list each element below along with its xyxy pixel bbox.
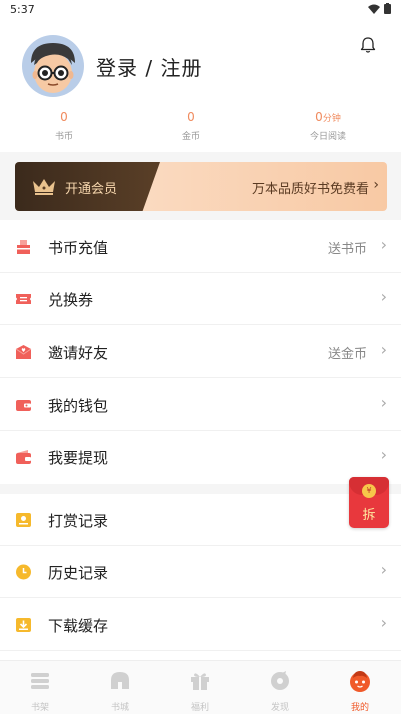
status-icons — [368, 3, 391, 14]
nav-bookstore[interactable]: 书城 — [80, 669, 160, 713]
nav-label: 我的 — [350, 703, 369, 713]
stat-book-coins[interactable]: 0 书币 — [4, 110, 124, 142]
stat-label: 金币 — [181, 132, 200, 142]
menu-item-invite-friends[interactable]: 邀请好友 送金币 › — [0, 326, 401, 378]
stat-label: 今日阅读 — [309, 132, 346, 142]
chevron-right-icon: › — [380, 393, 387, 412]
bottom-navigation: 书架 书城 福利 发现 我的 — [0, 660, 401, 714]
menu-item-label: 兑换券 — [48, 291, 94, 309]
wifi-icon — [368, 4, 380, 14]
stat-reading-today[interactable]: 0分钟 今日阅读 — [268, 110, 388, 142]
chevron-right-icon: › — [373, 177, 379, 193]
chevron-right-icon: › — [380, 560, 387, 579]
reward-icon — [16, 513, 31, 527]
chevron-right-icon: › — [380, 613, 387, 632]
avatar[interactable] — [22, 35, 84, 97]
status-bar: 5:37 — [0, 0, 401, 20]
menu-item-label: 我的钱包 — [48, 397, 109, 415]
battery-icon — [384, 3, 391, 14]
menu-item-extra: 送金币 — [327, 347, 367, 362]
menu-item-reward-records[interactable]: 打赏记录 — [0, 494, 401, 546]
stat-label: 书币 — [54, 132, 73, 142]
stat-gold-coins[interactable]: 0 金币 — [131, 110, 251, 142]
chevron-right-icon: › — [380, 340, 387, 359]
menu-item-wallet[interactable]: 我的钱包 › — [0, 379, 401, 431]
menu-item-label: 历史记录 — [48, 564, 109, 582]
status-time: 5:37 — [10, 3, 35, 16]
menu-item-recharge[interactable]: 书币充值 送书币 › — [0, 221, 401, 273]
menu-item-label: 我要提现 — [48, 449, 109, 467]
menu-item-voucher[interactable]: 兑换券 › — [0, 273, 401, 325]
red-packet-open-label: 拆 — [362, 508, 376, 523]
chevron-right-icon: › — [380, 235, 387, 254]
menu-item-label: 下载缓存 — [48, 617, 109, 635]
bookstore-icon — [111, 672, 129, 689]
section-divider — [0, 484, 401, 494]
gift-icon — [191, 673, 209, 690]
download-icon — [16, 618, 31, 632]
stat-value: 0分钟 — [315, 110, 341, 124]
chevron-right-icon: › — [380, 287, 387, 306]
menu-item-label: 打赏记录 — [48, 512, 109, 530]
vip-open-label: 开通会员 — [65, 182, 118, 197]
red-packet-button[interactable]: ¥ 拆 — [349, 477, 389, 528]
nav-label: 福利 — [190, 703, 209, 713]
menu-item-withdraw[interactable]: 我要提现 › — [0, 431, 401, 483]
withdraw-wallet-icon — [16, 450, 31, 464]
cartoon-avatar-icon — [31, 43, 75, 93]
ticket-icon — [16, 294, 31, 304]
notification-bell-icon[interactable] — [359, 36, 377, 54]
wallet-icon — [16, 400, 31, 411]
menu-item-label: 邀请好友 — [48, 344, 109, 362]
crown-icon — [33, 179, 55, 195]
nav-discover[interactable]: 发现 — [240, 669, 320, 713]
menu-item-history[interactable]: 历史记录 › — [0, 546, 401, 598]
coin-icon: ¥ — [362, 484, 376, 498]
stat-value: 0 — [60, 110, 68, 124]
menu-item-label: 书币充值 — [48, 239, 109, 257]
nav-welfare[interactable]: 福利 — [160, 669, 240, 713]
nav-label: 书城 — [110, 703, 129, 713]
vip-promo-text: 万本品质好书免费看 — [251, 182, 369, 197]
heart-envelope-icon — [15, 345, 32, 359]
profile-icon — [350, 671, 370, 692]
vip-banner[interactable]: 开通会员 万本品质好书免费看 › — [15, 162, 387, 211]
coin-box-icon — [17, 240, 30, 254]
nav-bookshelf[interactable]: 书架 — [0, 669, 80, 713]
nav-label: 书架 — [30, 703, 49, 713]
nav-profile[interactable]: 我的 — [320, 669, 400, 713]
menu-item-download-cache[interactable]: 下载缓存 › — [0, 599, 401, 651]
stat-value: 0 — [187, 110, 195, 124]
clock-icon — [16, 564, 31, 580]
login-register-link[interactable]: 登录 / 注册 — [96, 52, 202, 81]
menu-item-extra: 送书币 — [327, 242, 367, 257]
nav-label: 发现 — [270, 703, 289, 713]
discover-icon — [271, 671, 289, 690]
chevron-right-icon: › — [380, 445, 387, 464]
bookshelf-icon — [31, 673, 49, 689]
